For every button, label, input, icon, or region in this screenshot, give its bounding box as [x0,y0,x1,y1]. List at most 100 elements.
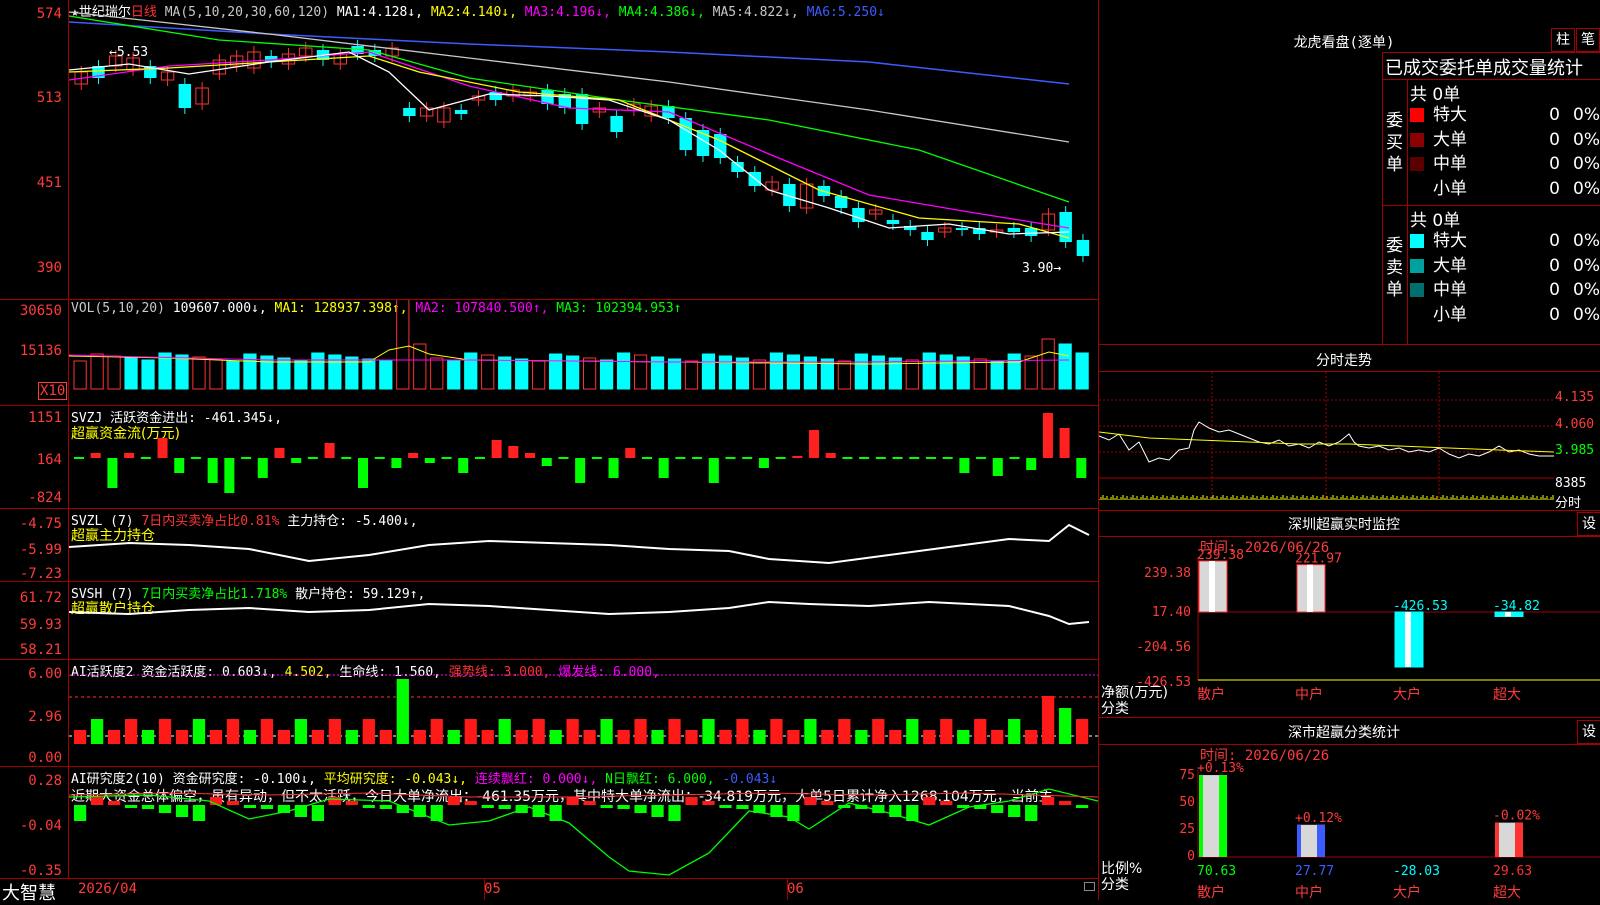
volume-chart[interactable] [69,300,1098,405]
ai-active-tick: 0.00 [28,750,62,766]
volume-bar [226,360,240,390]
candle-down [679,118,692,150]
order-count: 0 [1549,105,1560,125]
svzl-tick: -7.23 [19,566,62,582]
flow-bar [909,457,920,459]
chart-area[interactable]: ★世纪瑞尔日线 MA(5,10,20,30,60,120) MA1:4.128↓… [0,0,1099,904]
low-annotation: 3.90→ [1022,261,1061,276]
flow-bar [825,453,836,458]
stats-change: +0.12% [1295,811,1342,826]
intraday-vol: 8385 [1555,476,1587,491]
monitor-settings-button[interactable]: 设 [1577,512,1600,536]
svzj-chart[interactable] [69,406,1098,508]
svzl-chart[interactable] [69,509,1098,581]
research-bar [600,805,613,808]
monitor-category: 散户 [1197,686,1225,703]
volume-bar [990,360,1004,390]
monitor-bar-chart[interactable]: 239.38 散户 221.97 中户 -426.53 大户 -34.82 超大 [1099,537,1600,717]
xaxis-month: 06 [787,881,804,897]
svzj-tick: -824 [28,490,62,506]
flow-bar [942,457,953,459]
candle-down [178,84,192,108]
svsh-line [69,600,1090,626]
intraday-tick: 3.985 [1555,443,1595,458]
month-divider [787,878,788,900]
monitor-value: 221.97 [1295,552,1342,567]
tick-mode-button[interactable]: 笔 [1576,28,1600,52]
intraday-chart[interactable] [1099,372,1554,510]
research-bar [260,805,274,809]
volume-bar [633,354,648,390]
divider [1099,510,1600,511]
research-bar [1008,805,1021,817]
activity-bar [1008,719,1021,744]
volume-bar [549,353,563,390]
order-label: 中单 [1433,280,1467,300]
activity-bar [1042,696,1055,744]
activity-bar [430,719,443,744]
divider [1382,52,1600,53]
flow-bar [742,457,753,459]
activity-bar [141,730,155,744]
volume-bar [718,355,733,390]
svsh-chart[interactable] [69,582,1098,659]
flow-bar [408,453,419,458]
volume-bar [786,354,801,390]
candle-down [454,110,468,114]
activity-bar [413,730,426,744]
activity-bar [600,719,613,744]
stats-bar-accent [1317,824,1325,857]
ai-active-chart[interactable] [69,660,1098,766]
activity-bar [158,719,172,744]
lock-icon[interactable] [1084,882,1095,891]
order-percent: 0% [1573,231,1600,251]
svzl-tick: -4.75 [19,516,62,532]
flow-bar [274,448,285,458]
activity-bar [1076,719,1089,744]
activity-bar [74,730,87,744]
ai-research-tick: 0.28 [28,773,62,789]
stats-bar-chart[interactable]: +0.13% 70.63 散户 +0.12% 27.77 中户 -28.03 大户 -0.02%… [1099,745,1600,900]
volume-bar [599,359,614,390]
flow-bar [307,457,318,459]
legend-swatch [1410,108,1424,122]
divider [1407,79,1408,344]
flow-bar [1076,458,1087,478]
stats-settings-button[interactable]: 设 [1577,720,1600,744]
order-label: 中单 [1433,154,1467,174]
stats-value: -28.03 [1393,864,1440,879]
volume-bar [277,357,291,390]
vol-tick: 15136 [19,343,62,359]
volume-bar [956,356,970,390]
volume-bar [90,353,104,390]
research-bar [583,801,596,805]
activity-bar [583,730,596,744]
volume-bar [175,354,189,390]
activity-bar [243,730,257,744]
flow-bar [658,458,669,478]
activity-bar [889,730,902,744]
volume-bar [701,353,716,390]
activity-bar [532,719,545,744]
brand-label: 大智慧 [2,883,56,904]
activity-bar [90,719,104,744]
order-label: 小单 [1433,304,1467,325]
legend-swatch [1410,157,1424,171]
legend-swatch [1410,258,1424,273]
bar-mode-button[interactable]: 柱 [1551,28,1575,52]
legend-swatch [1410,307,1424,322]
activity-bar [838,719,851,744]
research-bar [141,805,155,809]
flow-bar [792,456,803,458]
order-row: 小单 0 0% [1410,303,1600,327]
vol-unit: X10 [38,382,68,400]
sz-stats-title: 深市超赢分类统计 [1288,725,1400,741]
ai-research-chart[interactable] [69,767,1098,878]
candlestick-chart[interactable]: ←5.53 3.90→ [69,0,1098,299]
stats-bar-accent [1495,822,1499,857]
volume-bar [854,353,868,390]
longhu-header: 已成交委托单成交量统计 [1385,58,1583,79]
flow-bar [708,458,719,483]
research-bar [362,805,375,808]
activity-bar [906,719,919,744]
